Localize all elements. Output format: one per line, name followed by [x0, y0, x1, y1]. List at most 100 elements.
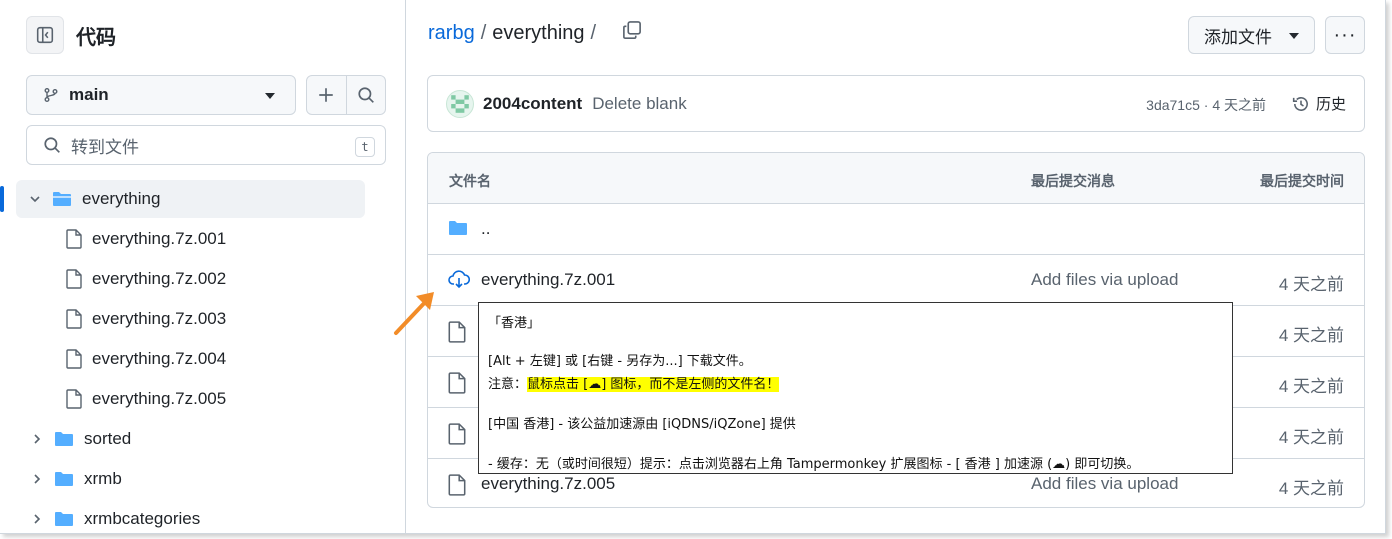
folder-icon: [449, 221, 467, 235]
shortcut-key: t: [355, 137, 375, 157]
file-tree-sidebar: 代码 main 转到文件 t everything everything.7z.…: [0, 0, 406, 534]
table-header: 文件名 最后提交消息 最后提交时间: [428, 153, 1364, 204]
sidebar-collapse-icon: [36, 26, 54, 44]
file-icon: [66, 389, 82, 409]
more-options-button[interactable]: ···: [1325, 16, 1365, 54]
search-icon: [358, 87, 374, 103]
popup-cache-tip: - 缓存：无（或时间很短）提示：点击浏览器右上角 Tampermonkey 扩展…: [488, 457, 1140, 472]
file-name-link[interactable]: everything.7z.001: [481, 270, 615, 290]
tree-item-sorted[interactable]: sorted: [30, 420, 131, 458]
download-tooltip-popup: 「香港」 [Alt + 左键] 或 [右键 - 另存为...] 下载文件。 注意…: [478, 302, 1233, 474]
sidebar-title: 代码: [76, 26, 116, 49]
commit-message-link[interactable]: Add files via upload: [1031, 270, 1178, 290]
chevron-right-icon[interactable]: [30, 433, 44, 445]
chevron-down-icon: [1289, 33, 1299, 39]
popup-region-title: 「香港」: [488, 316, 541, 331]
tree-item-file[interactable]: everything.7z.001: [66, 220, 226, 258]
branch-selector[interactable]: main: [26, 75, 296, 115]
commit-author[interactable]: 2004content: [483, 94, 582, 114]
file-icon: [66, 309, 82, 329]
tree-item-label: everything.7z.004: [92, 349, 227, 368]
table-row[interactable]: everything.7z.001 Add files via upload 4…: [428, 255, 1364, 306]
tree-item-file[interactable]: everything.7z.004: [66, 340, 226, 378]
popup-note: 注意：鼠标点击 [☁] 图标，而不是左侧的文件名！: [488, 373, 780, 392]
tree-item-file[interactable]: everything.7z.003: [66, 300, 226, 338]
popup-provider: [中国 香港] - 该公益加速源由 [iQDNS/iQZone] 提供: [488, 417, 796, 432]
tree-item-everything[interactable]: everything: [0, 180, 365, 218]
tree-item-file[interactable]: everything.7z.005: [66, 380, 226, 418]
collapse-sidebar-button[interactable]: [26, 16, 64, 54]
history-button[interactable]: 历史: [1292, 93, 1346, 114]
commit-message[interactable]: Delete blank: [592, 94, 687, 114]
breadcrumb: rarbg / everything /: [428, 20, 642, 46]
commit-sha-time[interactable]: 3da71c5 · 4 天之前: [1146, 95, 1266, 115]
history-label: 历史: [1315, 96, 1346, 113]
chevron-right-icon[interactable]: [30, 513, 44, 525]
chevron-down-icon: [265, 93, 275, 99]
avatar[interactable]: [446, 89, 474, 118]
goto-file-placeholder: 转到文件: [71, 137, 139, 157]
git-branch-icon: [44, 88, 58, 102]
tree-item-file[interactable]: everything.7z.002: [66, 260, 226, 298]
identicon-icon: [451, 94, 469, 113]
kebab-icon: ···: [1333, 23, 1357, 46]
latest-commit-bar: 2004content Delete blank 3da71c5 · 4 天之前…: [427, 75, 1365, 132]
commit-time: 4 天之前: [1278, 377, 1344, 396]
file-icon: [448, 372, 466, 394]
tree-item-label: everything.7z.001: [92, 229, 227, 248]
commit-time: 4 天之前: [1278, 326, 1344, 345]
tree-item-label: everything: [82, 189, 161, 208]
active-indicator: [0, 186, 4, 212]
chevron-down-icon[interactable]: [28, 193, 42, 205]
plus-icon: [319, 88, 333, 102]
breadcrumb-current-folder: everything: [492, 21, 585, 44]
file-icon: [66, 269, 82, 289]
commit-message-link[interactable]: Add files via upload: [1031, 474, 1178, 494]
copy-path-button[interactable]: [622, 20, 642, 46]
column-header-name: 文件名: [449, 173, 491, 189]
file-icon: [66, 349, 82, 369]
file-icon: [448, 474, 466, 496]
tree-item-label: xrmbcategories: [84, 509, 201, 528]
tree-item-label: everything.7z.002: [92, 269, 227, 288]
breadcrumb-separator: /: [480, 21, 487, 44]
folder-icon: [55, 432, 73, 446]
add-file-dropdown[interactable]: 添加文件: [1188, 16, 1315, 54]
tree-actions: [306, 75, 386, 115]
folder-icon: [55, 472, 73, 486]
add-file-button[interactable]: [307, 76, 347, 114]
tree-item-xrmbcategories[interactable]: xrmbcategories: [30, 500, 200, 538]
tree-item-label: xrmb: [84, 469, 122, 488]
folder-icon: [55, 512, 73, 526]
commit-time: 4 天之前: [1278, 428, 1344, 447]
folder-open-icon: [53, 192, 71, 206]
commit-time: 4 天之前: [1278, 275, 1344, 294]
tree-item-xrmb[interactable]: xrmb: [30, 460, 122, 498]
annotation-arrow-icon: [394, 292, 434, 335]
column-header-message: 最后提交消息: [1031, 173, 1115, 189]
file-icon: [66, 229, 82, 249]
sidebar-header: 代码: [26, 16, 116, 54]
tree-item-label: everything.7z.005: [92, 389, 227, 408]
chevron-right-icon[interactable]: [30, 473, 44, 485]
popup-instruction: [Alt + 左键] 或 [右键 - 另存为...] 下载文件。: [488, 354, 752, 369]
table-row-parent[interactable]: ..: [428, 204, 1364, 255]
tree-item-label: everything.7z.003: [92, 309, 227, 328]
search-icon: [44, 137, 60, 153]
tree-item-label: sorted: [84, 429, 132, 448]
file-icon: [448, 423, 466, 445]
column-header-time: 最后提交时间: [1260, 173, 1344, 189]
parent-dir-link[interactable]: ..: [481, 219, 490, 239]
goto-file-input[interactable]: 转到文件 t: [26, 125, 386, 165]
branch-name: main: [69, 85, 109, 104]
search-button[interactable]: [347, 76, 386, 114]
copy-icon: [623, 21, 642, 39]
page-frame: 代码 main 转到文件 t everything everything.7z.…: [0, 0, 1386, 534]
cloud-download-icon[interactable]: [448, 270, 470, 290]
breadcrumb-repo-link[interactable]: rarbg: [428, 22, 475, 45]
add-file-label: 添加文件: [1204, 27, 1272, 47]
breadcrumb-separator: /: [590, 21, 597, 44]
popup-note-prefix: 注意：: [488, 377, 528, 392]
file-name-link[interactable]: everything.7z.005: [481, 474, 615, 494]
file-icon: [448, 321, 466, 343]
